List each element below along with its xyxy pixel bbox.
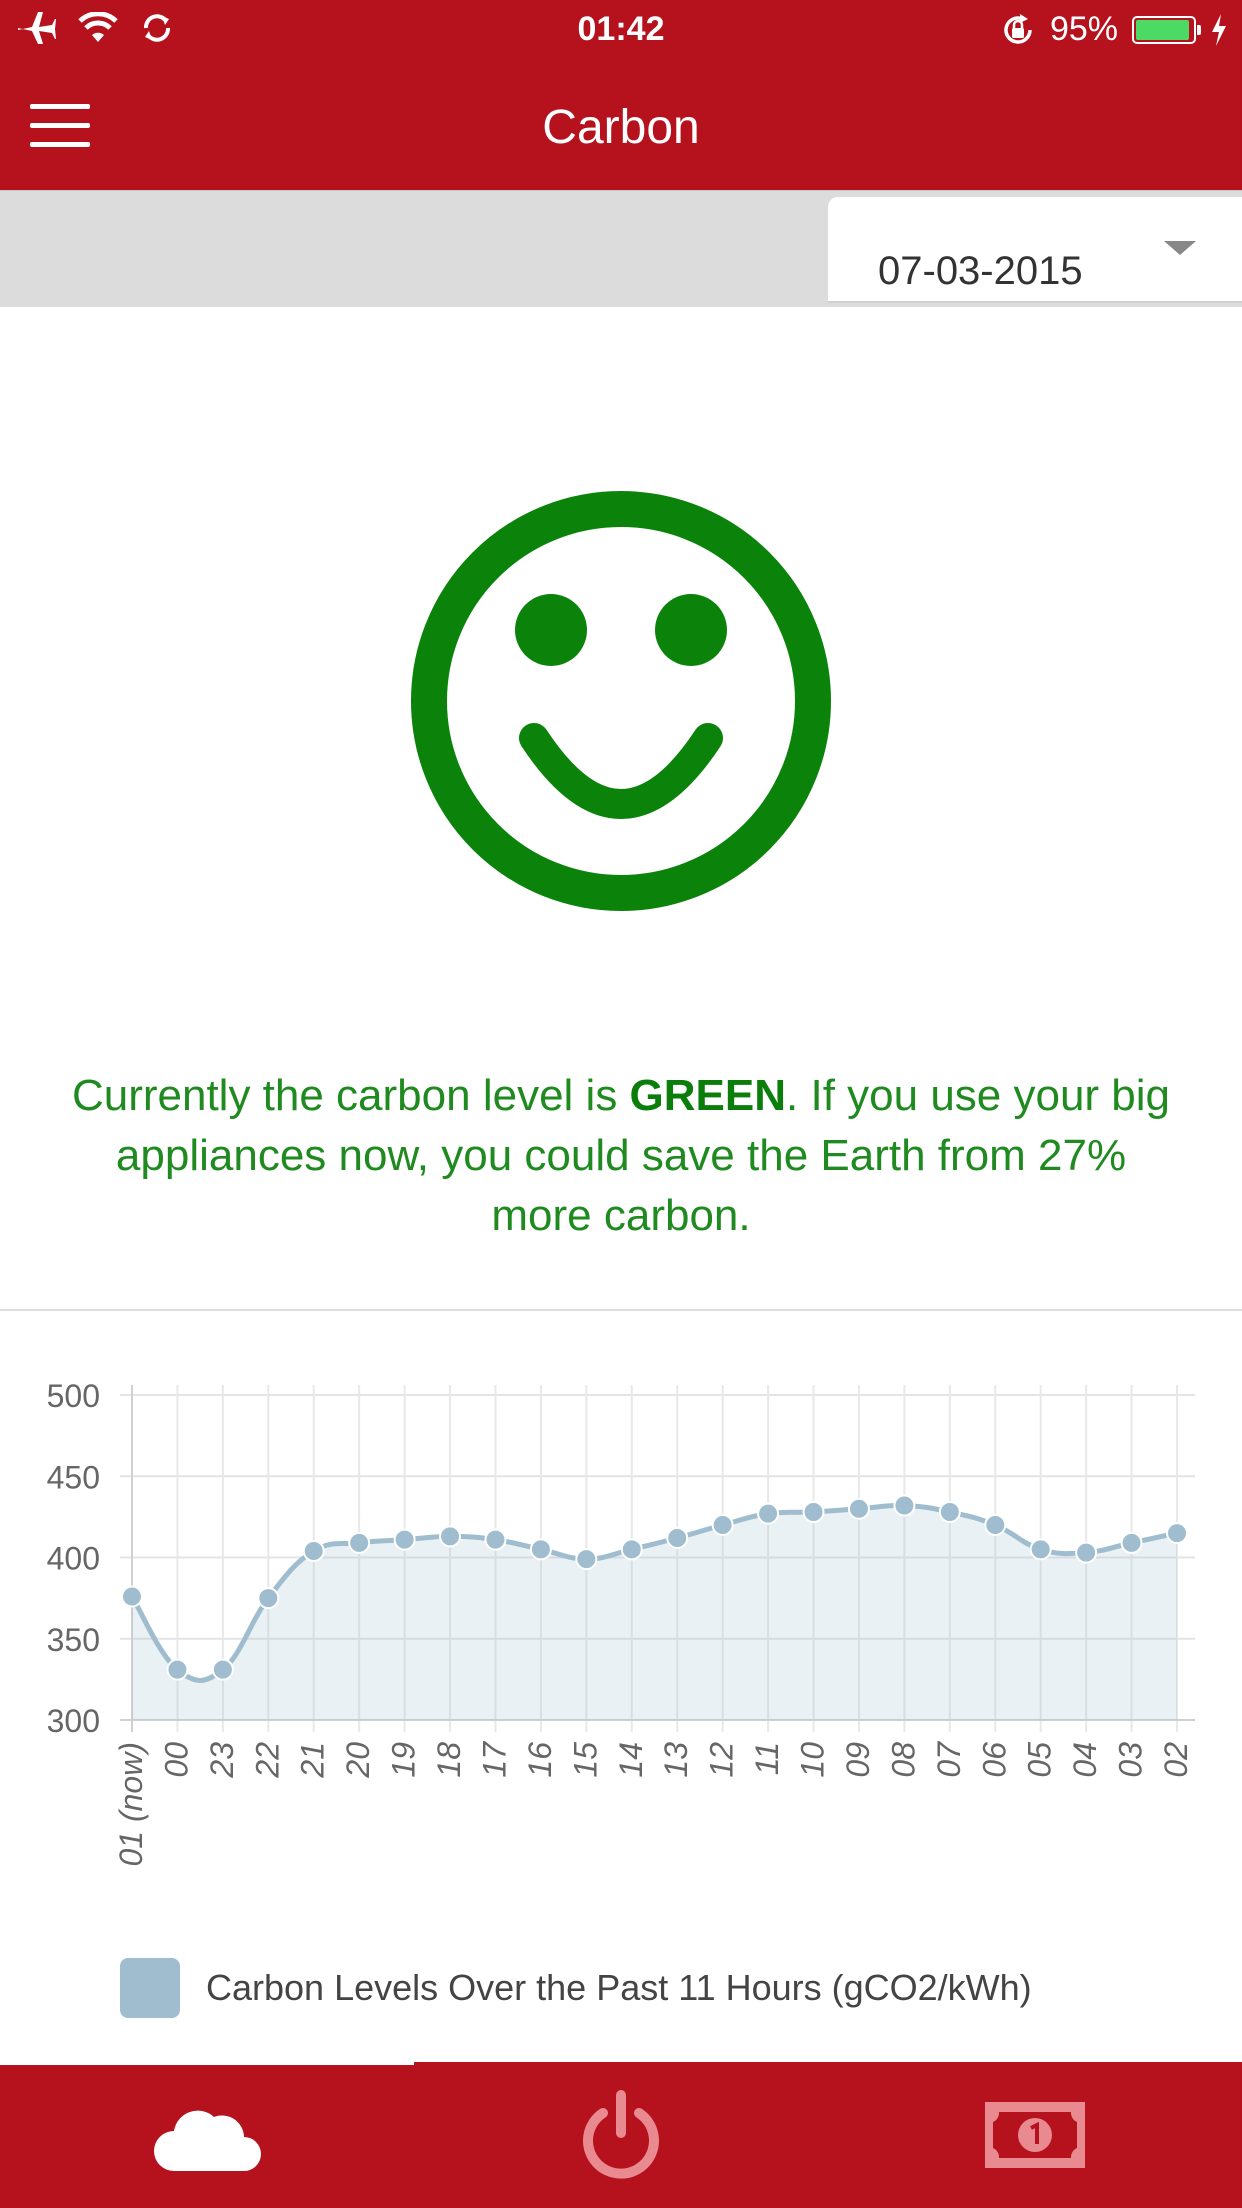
data-point — [802, 1501, 825, 1523]
status-right-icons: 95% — [1000, 10, 1228, 49]
x-tick-label: 23 — [204, 1742, 240, 1779]
data-point — [121, 1585, 143, 1608]
cloud-icon — [154, 2110, 261, 2171]
chevron-down-icon — [1164, 241, 1196, 255]
battery-percent: 95% — [1049, 10, 1118, 48]
data-point — [439, 1525, 462, 1548]
x-tick-label: 06 — [976, 1742, 1012, 1778]
data-point — [575, 1548, 598, 1571]
smiley-face-icon — [411, 491, 831, 911]
data-point — [211, 1658, 234, 1681]
x-tick-label: 22 — [249, 1742, 285, 1779]
battery-icon — [1132, 15, 1201, 44]
x-tick-label: 01 (now) — [113, 1742, 149, 1867]
legend-label: Carbon Levels Over the Past 11 Hours (gC… — [206, 1967, 1032, 2008]
x-tick-label: 04 — [1067, 1742, 1103, 1778]
page-title: Carbon — [542, 101, 700, 154]
y-tick-label: 400 — [47, 1541, 100, 1577]
x-tick-label: 00 — [158, 1742, 194, 1778]
legend-swatch — [120, 1958, 180, 2018]
y-tick-label: 350 — [47, 1622, 100, 1658]
y-tick-label: 500 — [47, 1378, 100, 1414]
x-tick-label: 03 — [1113, 1742, 1149, 1778]
divider — [0, 1309, 1242, 1311]
data-point — [893, 1494, 916, 1517]
x-tick-label: 10 — [795, 1742, 831, 1778]
x-tick-label: 05 — [1022, 1742, 1058, 1778]
carbon-status-message: Currently the carbon level is GREEN. If … — [60, 1066, 1182, 1246]
nav-bar: Carbon — [0, 62, 1242, 190]
carbon-level: GREEN — [629, 1071, 787, 1120]
data-point — [620, 1538, 643, 1561]
rotation-lock-icon — [1004, 13, 1032, 44]
data-point — [257, 1587, 280, 1610]
status-bar: 01:42 95% — [0, 0, 1242, 62]
x-tick-label: 02 — [1158, 1742, 1194, 1778]
message-prefix: Currently the carbon level is — [71, 1071, 630, 1120]
x-tick-label: 15 — [567, 1742, 603, 1778]
power-icon — [583, 2090, 659, 2179]
x-tick-label: 07 — [931, 1741, 967, 1778]
battery-fill — [1136, 19, 1190, 40]
data-point — [1029, 1538, 1052, 1561]
x-tick-label: 17 — [476, 1741, 512, 1778]
date-bar: 07-03-2015 — [0, 190, 1242, 307]
data-point — [166, 1658, 189, 1681]
tab-money[interactable] — [828, 2062, 1242, 2208]
data-point — [1120, 1531, 1143, 1554]
x-tick-label: 09 — [840, 1742, 876, 1778]
x-tick-label: 18 — [431, 1742, 467, 1778]
data-point — [757, 1502, 780, 1525]
y-tick-label: 450 — [47, 1459, 100, 1495]
data-point — [984, 1514, 1007, 1536]
tab-power[interactable] — [414, 2062, 828, 2208]
x-tick-label: 19 — [386, 1742, 422, 1778]
data-point — [666, 1527, 689, 1549]
data-point — [393, 1528, 416, 1551]
data-point — [711, 1514, 734, 1536]
data-point — [938, 1501, 961, 1523]
x-tick-label: 11 — [749, 1742, 785, 1775]
data-point — [484, 1528, 507, 1551]
x-tick-label: 12 — [704, 1742, 740, 1778]
x-tick-label: 21 — [295, 1742, 331, 1779]
tab-bar — [0, 2059, 1242, 2208]
x-tick-label: 20 — [340, 1742, 376, 1779]
data-point — [847, 1497, 870, 1520]
charging-icon — [1212, 13, 1226, 46]
data-point — [529, 1538, 552, 1561]
x-tick-label: 13 — [658, 1742, 694, 1778]
data-point — [1075, 1541, 1098, 1564]
x-tick-label: 08 — [885, 1742, 921, 1778]
tab-carbon[interactable] — [0, 2062, 414, 2208]
chart-legend: Carbon Levels Over the Past 11 Hours (gC… — [120, 1958, 1032, 2018]
x-tick-label: 14 — [613, 1742, 649, 1778]
date-picker[interactable]: 07-03-2015 — [828, 197, 1242, 303]
banknote-icon — [985, 2102, 1085, 2168]
carbon-chart: 500 450 400 350 300 01 (now) 00 23 22 21 20 19 18 17 1… — [47, 1378, 1195, 1867]
y-tick-label: 300 — [47, 1703, 100, 1739]
data-point — [1166, 1522, 1188, 1545]
data-point — [302, 1540, 325, 1562]
x-tick-label: 16 — [522, 1742, 558, 1778]
data-point — [348, 1531, 371, 1554]
date-value: 07-03-2015 — [878, 249, 1083, 293]
